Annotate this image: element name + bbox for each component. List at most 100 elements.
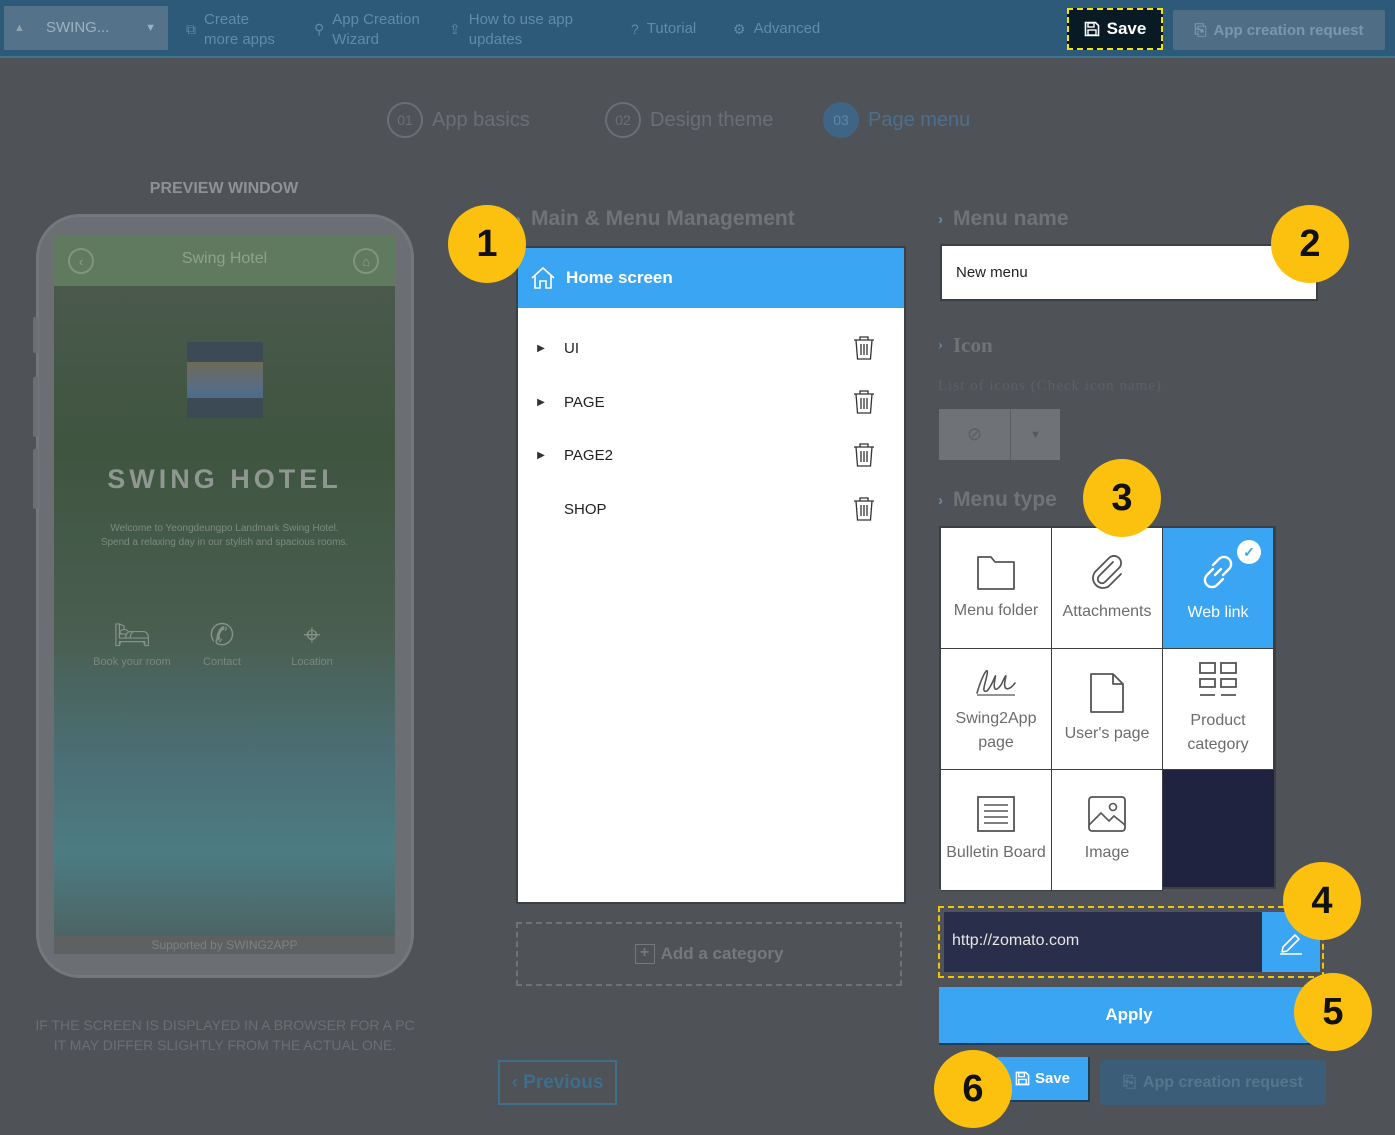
plus-icon: + [634,944,655,964]
app-selector[interactable]: ▲ SWING... ▼ [4,6,168,50]
support-footer: Supported by SWING2APP [54,936,395,954]
menu-management-heading: › Main & Menu Management [516,207,795,230]
menu-item-page2[interactable]: ▶ PAGE2 [518,435,904,475]
callout-badge: 1 [448,205,526,283]
top-app-creation-request-button[interactable]: ⎘ App creation request [1173,10,1385,50]
hotel-name: SWING HOTEL [107,464,342,494]
bed-icon: 🛏 [112,619,152,652]
menu-tree: Home screen ▶ UI ▶ PAGE ▶ PAGE2 SHOP [516,246,906,904]
step-design-theme[interactable]: 02 Design theme [605,102,773,138]
nav-advanced[interactable]: ⚙ Advanced [733,19,820,39]
quick-link-contact[interactable]: ✆ Contact [177,616,267,668]
gear-icon: ⚙ [733,21,746,37]
welcome-text: Welcome to Yeongdeungpo Landmark Swing H… [100,523,349,548]
menu-type-folder[interactable]: Menu folder [941,528,1052,649]
menu-type-bulletin-board[interactable]: Bulletin Board [941,770,1052,891]
expand-arrow-icon[interactable]: ▶ [518,343,564,354]
preview-screen: ‹ Swing Hotel ⌂ SWING HOTEL Welcome to Y… [54,236,395,954]
phone-button [33,317,38,353]
chevron-right-icon: › [938,337,943,353]
menu-name-input[interactable]: New menu [940,244,1318,301]
nav-create-more-apps[interactable]: ⧉ Create more apps [186,10,275,50]
preview-note: IF THE SCREEN IS DISPLAYED IN A BROWSER … [35,1017,415,1053]
chevron-left-icon: ‹ [511,1071,524,1093]
menu-item-shop[interactable]: SHOP [518,489,904,529]
menu-type-product-category[interactable]: Product category [1163,649,1274,770]
menu-type-web-link[interactable]: ✓ Web link [1163,528,1274,649]
step-page-menu[interactable]: 03 Page menu [823,102,970,138]
copy-icon: ⧉ [186,21,196,37]
url-input[interactable]: http://zomato.com [944,912,1264,972]
preview-header-title: Swing Hotel [181,250,268,267]
menu-type-swing2app-page[interactable]: Swing2App page [941,649,1052,770]
wand-icon: ⚲ [314,21,325,37]
callout-badge: 5 [1294,973,1372,1051]
previous-button[interactable]: ‹ Previous [498,1060,617,1105]
bottom-app-creation-request-button[interactable]: ⎘ App creation request [1100,1060,1326,1105]
expand-arrow-icon[interactable]: ▶ [518,450,564,461]
app-name: SWING... [46,19,110,36]
menu-type-image[interactable]: Image [1052,770,1163,891]
link-icon [1203,555,1233,589]
home-icon [531,266,555,289]
chevron-right-icon: › [938,491,943,509]
nav-how-to-use-updates[interactable]: ⇪ How to use app updates [449,10,573,50]
upload-icon: ⇪ [449,21,461,37]
logo-picture [187,362,263,398]
menu-type-grid: Menu folder Attachments ✓ Web link Swing… [939,526,1276,891]
add-category-button[interactable]: + Add a category [516,922,902,986]
request-icon: ⎘ [1194,21,1207,39]
top-bar: ▲ SWING... ▼ ⧉ Create more apps ⚲ App Cre… [0,0,1395,58]
nav-app-creation-wizard[interactable]: ⚲ App Creation Wizard [314,10,420,50]
quick-link-book[interactable]: 🛏 Book your room [87,616,177,668]
callout-badge: 4 [1283,862,1361,940]
icon-heading: › Icon [938,333,993,357]
callout-badge: 3 [1083,459,1161,537]
menu-item-page[interactable]: ▶ PAGE [518,382,904,422]
callout-badge: 2 [1271,205,1349,283]
trash-icon[interactable] [850,442,878,468]
home-icon: ⌂ [353,248,379,274]
trash-icon[interactable] [850,389,878,415]
menu-type-heading: › Menu type [938,488,1057,511]
check-icon: ✓ [1237,540,1261,564]
image-icon [1088,796,1126,832]
signature-icon [976,669,1016,696]
folder-icon [977,556,1015,590]
location-icon: ⌖ [303,619,321,652]
question-icon: ? [631,21,639,37]
floppy-icon [1084,21,1099,37]
request-icon: ⎘ [1123,1073,1136,1091]
nav-tutorial[interactable]: ? Tutorial [631,19,696,39]
menu-type-attachments[interactable]: Attachments [1052,528,1163,649]
icon-list-link[interactable]: List of icons (Check icon name) [938,378,1162,395]
grid-icon [1199,662,1237,696]
no-icon: ⊘ [939,409,1011,460]
menu-type-users-page[interactable]: User's page [1052,649,1163,770]
trash-icon[interactable] [850,496,878,522]
board-icon [977,796,1015,832]
step-app-basics[interactable]: 01 App basics [387,102,530,138]
chevron-down-icon: ▼ [1030,428,1041,441]
trash-icon[interactable] [850,335,878,361]
phone-button [33,449,38,509]
chevron-up-icon: ▲ [14,22,25,34]
quick-link-location[interactable]: ⌖ Location [267,616,357,668]
page-icon [1090,673,1124,713]
callout-badge: 6 [934,1050,1012,1128]
expand-arrow-icon[interactable]: ▶ [518,397,564,408]
phone-icon: ✆ [209,619,235,652]
paperclip-icon [1092,555,1122,589]
apply-button[interactable]: Apply [939,987,1321,1045]
top-save-button[interactable]: Save [1067,8,1163,50]
url-field-wrapper: http://zomato.com [938,906,1324,978]
menu-item-ui[interactable]: ▶ UI [518,328,904,368]
preview-title: PREVIEW WINDOW [149,180,299,197]
chevron-down-icon: ▼ [145,22,156,34]
chevron-right-icon: › [938,210,943,228]
floppy-icon [1015,1071,1030,1086]
menu-name-heading: › Menu name [938,207,1069,230]
home-screen-item[interactable]: Home screen [518,248,904,308]
hotel-logo [187,342,263,418]
icon-select[interactable]: ⊘ ▼ [939,409,1060,460]
